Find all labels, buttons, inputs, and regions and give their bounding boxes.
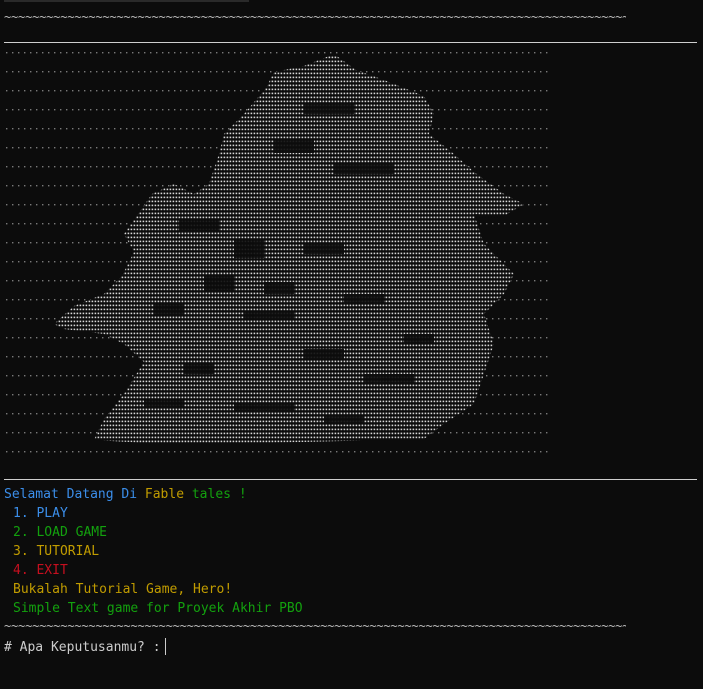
tilde-divider-top: ~~~~~~~~~~~~~~~~~~~~~~~~~~~~~~~~~~~~~~~~… (4, 11, 626, 23)
text-cursor (164, 638, 166, 655)
welcome-game-suffix: tales ! (191, 487, 247, 502)
menu-item-load-game: 2. LOAD GAME (13, 525, 107, 540)
terminal-window: ~~~~~~~~~~~~~~~~~~~~~~~~~~~~~~~~~~~~~~~~… (4, 0, 703, 689)
ascii-art-dragon (4, 44, 549, 462)
menu-item-exit: 4. EXIT (13, 563, 68, 578)
credits-line: Simple Text game for Proyek Akhir PBO (13, 601, 303, 616)
tutorial-hint: Bukalah Tutorial Game, Hero! (13, 582, 233, 597)
tilde-divider-bottom: ~~~~~~~~~~~~~~~~~~~~~~~~~~~~~~~~~~~~~~~~… (4, 620, 626, 632)
welcome-line: Selamat Datang Di Fable tales ! (4, 485, 247, 504)
title-strip (4, 0, 249, 2)
welcome-text: Selamat Datang Di (4, 487, 138, 502)
art-bottom-border (4, 479, 697, 480)
prompt-text: # Apa Keputusanmu? : (4, 640, 161, 655)
command-prompt[interactable]: # Apa Keputusanmu? : (4, 638, 166, 657)
art-top-border (4, 42, 697, 43)
welcome-game-name: Fable (144, 487, 185, 502)
menu-item-tutorial: 3. TUTORIAL (13, 544, 100, 559)
menu-item-play: 1. PLAY (13, 506, 68, 521)
